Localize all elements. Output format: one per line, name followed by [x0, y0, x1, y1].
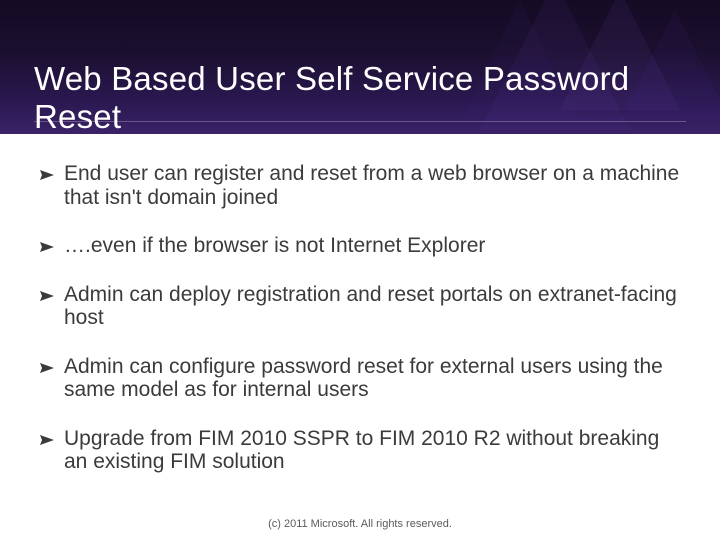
bullet-text: Admin can deploy registration and reset … — [64, 283, 680, 330]
slide-footer: (c) 2011 Microsoft. All rights reserved. — [0, 518, 720, 530]
bullet-text: Admin can configure password reset for e… — [64, 355, 680, 402]
bullet-item: ….even if the browser is not Internet Ex… — [40, 234, 680, 258]
slide-title: Web Based User Self Service Password Res… — [34, 60, 720, 134]
bullet-arrow-icon — [40, 170, 54, 180]
bullet-item: Admin can deploy registration and reset … — [40, 283, 680, 330]
bullet-text: ….even if the browser is not Internet Ex… — [64, 234, 485, 258]
bullet-item: Admin can configure password reset for e… — [40, 355, 680, 402]
bullet-item: End user can register and reset from a w… — [40, 162, 680, 209]
bullet-arrow-icon — [40, 435, 54, 445]
header-divider — [34, 121, 686, 122]
bullet-text: Upgrade from FIM 2010 SSPR to FIM 2010 R… — [64, 427, 680, 474]
bullet-item: Upgrade from FIM 2010 SSPR to FIM 2010 R… — [40, 427, 680, 474]
slide: Web Based User Self Service Password Res… — [0, 0, 720, 540]
bullet-text: End user can register and reset from a w… — [64, 162, 680, 209]
slide-header: Web Based User Self Service Password Res… — [0, 0, 720, 134]
bullet-arrow-icon — [40, 291, 54, 301]
bullet-arrow-icon — [40, 242, 54, 252]
bullet-arrow-icon — [40, 363, 54, 373]
slide-body: End user can register and reset from a w… — [40, 162, 680, 499]
